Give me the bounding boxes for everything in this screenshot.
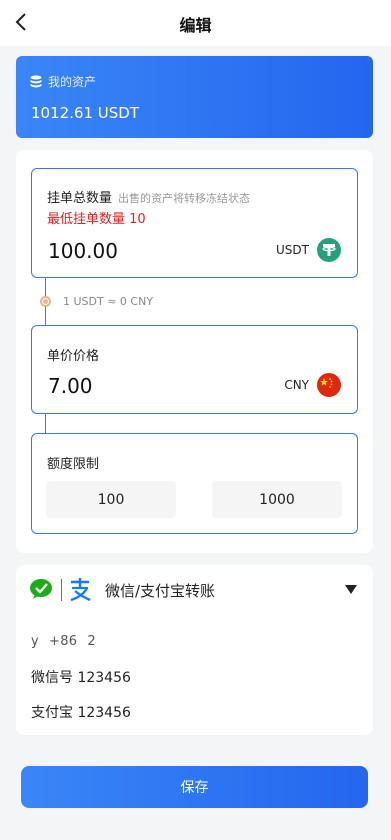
quantity-field[interactable]: 挂单总数量 出售的资产将转移冻结状态 最低挂单数量 10 100.00 USDT xyxy=(31,168,358,278)
price-input[interactable]: 7.00 xyxy=(48,374,93,398)
payment-method-selector[interactable]: 微信/支付宝转账 xyxy=(16,565,373,615)
tether-icon xyxy=(317,238,341,262)
limit-min-input[interactable]: 100 xyxy=(46,481,176,518)
dropdown-arrow-icon[interactable] xyxy=(345,585,357,595)
phone-number: 2 xyxy=(87,634,96,649)
price-label: 单价价格 xyxy=(47,349,100,364)
payment-contact: y +86 2 xyxy=(31,634,106,649)
header-bar: 编辑 xyxy=(0,0,391,46)
asset-label-row: 我的资产 xyxy=(30,73,96,90)
limit-field: 额度限制 100 1000 xyxy=(31,433,358,534)
asset-card: 我的资产 1012.61 USDT xyxy=(16,56,373,138)
price-unit: CNY xyxy=(284,378,309,392)
asset-balance: 1012.61 USDT xyxy=(31,104,140,122)
payment-method-label: 微信/支付宝转账 xyxy=(105,582,216,600)
exchange-rate: 1 USDT ≈ 0 CNY xyxy=(63,295,154,308)
connector-line xyxy=(45,414,46,433)
limit-label: 额度限制 xyxy=(47,457,100,472)
coins-icon xyxy=(30,75,42,88)
alipay-account: 支付宝 123456 xyxy=(31,705,131,721)
page-title: 编辑 xyxy=(179,16,212,35)
quantity-label-row: 挂单总数量 出售的资产将转移冻结状态 xyxy=(47,187,250,206)
rate-coin-icon xyxy=(40,296,51,307)
payment-icon-divider xyxy=(61,579,62,601)
payment-card: 微信/支付宝转账 y +86 2 微信号 123456 支付宝 123456 xyxy=(16,565,373,735)
limit-max-input[interactable]: 1000 xyxy=(212,481,342,518)
quantity-unit: USDT xyxy=(276,243,309,257)
asset-label: 我的资产 xyxy=(48,75,97,89)
min-quantity-note: 最低挂单数量 10 xyxy=(47,212,146,227)
china-flag-icon xyxy=(317,373,341,397)
payee-name: y xyxy=(31,634,39,649)
alipay-icon xyxy=(70,578,91,602)
price-field[interactable]: 单价价格 7.00 CNY xyxy=(31,325,358,414)
quantity-label: 挂单总数量 xyxy=(47,191,113,206)
order-form-card: 挂单总数量 出售的资产将转移冻结状态 最低挂单数量 10 100.00 USDT … xyxy=(16,150,373,553)
wechat-account: 微信号 123456 xyxy=(31,670,131,686)
quantity-input[interactable]: 100.00 xyxy=(48,239,118,263)
country-code: +86 xyxy=(49,634,78,649)
save-button[interactable]: 保存 xyxy=(21,766,368,808)
wechat-icon xyxy=(30,579,52,599)
quantity-hint: 出售的资产将转移冻结状态 xyxy=(118,192,251,205)
